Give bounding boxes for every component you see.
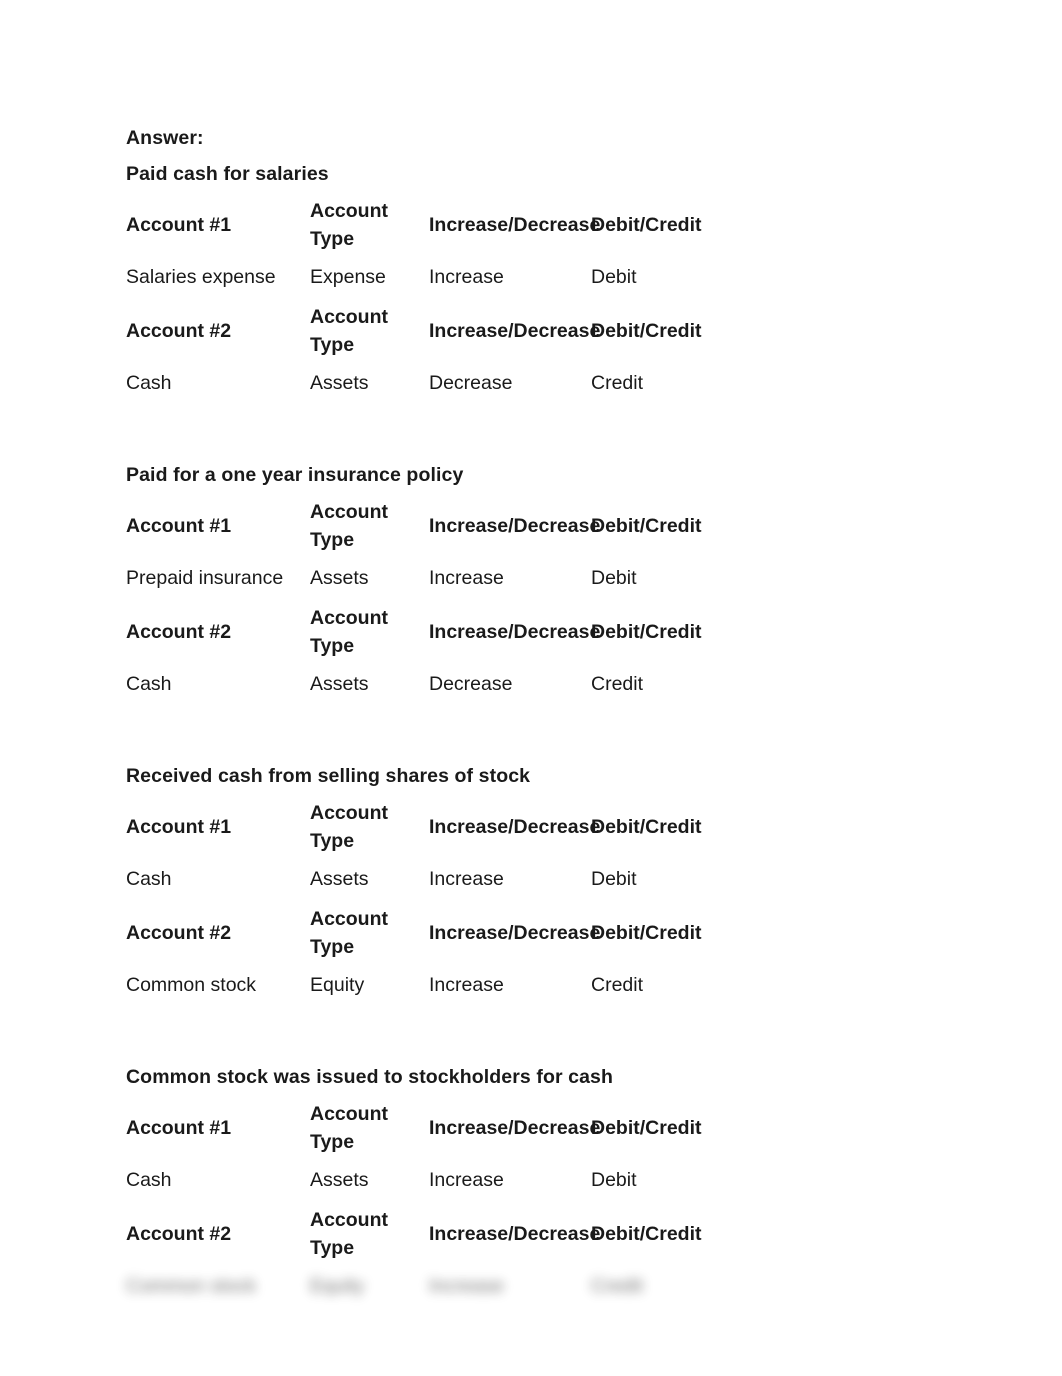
cell-account-name: Cash bbox=[126, 868, 172, 890]
account-table: Account #1 Account Type Increase/Decrease D… bbox=[126, 497, 716, 709]
cell-account-type: Assets bbox=[310, 567, 369, 589]
cell-debit-credit: Debit bbox=[591, 266, 637, 288]
header-increase-decrease: Increase/Decrease bbox=[429, 320, 601, 342]
header-debit-credit: Debit/Credit bbox=[591, 1223, 702, 1245]
sections-container: Paid cash for salaries Account #1 Account … bbox=[126, 162, 1062, 1311]
table-header-row: Account #1 Account Type Increase/Decrease D… bbox=[126, 1099, 716, 1156]
header-account-number: Account #1 bbox=[126, 213, 232, 236]
table-row: Cash Assets Increase Debit bbox=[126, 855, 716, 904]
table-row: Cash Assets Decrease Credit bbox=[126, 660, 716, 709]
cell-account-name: Common stock bbox=[126, 974, 257, 996]
header-account-number: Account #1 bbox=[126, 514, 232, 537]
cell-increase-decrease: Increase bbox=[429, 1275, 504, 1297]
header-debit-credit: Debit/Credit bbox=[591, 214, 702, 236]
table-header-row: Account #1 Account Type Increase/Decrease D… bbox=[126, 497, 716, 554]
table-header-row: Account #1 Account Type Increase/Decrease D… bbox=[126, 798, 716, 855]
cell-debit-credit: Credit bbox=[591, 1275, 644, 1297]
transaction-section: Paid cash for salaries Account #1 Account … bbox=[126, 162, 1062, 408]
header-debit-credit: Debit/Credit bbox=[591, 515, 702, 537]
cell-account-type: Assets bbox=[310, 372, 369, 394]
cell-debit-credit: Credit bbox=[591, 673, 644, 695]
answer-label: Answer: bbox=[126, 127, 204, 149]
header-account-number: Account #2 bbox=[126, 319, 232, 342]
header-debit-credit: Debit/Credit bbox=[591, 816, 702, 838]
header-account-number: Account #1 bbox=[126, 1116, 232, 1139]
account-table: Account #1 Account Type Increase/Decrease D… bbox=[126, 798, 716, 1010]
table-header-row: Account #1 Account Type Increase/Decrease D… bbox=[126, 196, 716, 253]
header-debit-credit: Debit/Credit bbox=[591, 922, 702, 944]
table-row: Salaries expense Expense Increase Debit bbox=[126, 253, 716, 302]
cell-account-name: Cash bbox=[126, 1169, 172, 1191]
cell-debit-credit: Debit bbox=[591, 1169, 637, 1191]
cell-account-type: Equity bbox=[310, 1275, 365, 1297]
table-header-row: Account #2 Account Type Increase/Decrease D… bbox=[126, 603, 716, 660]
section-heading: Common stock was issued to stockholders … bbox=[126, 1066, 614, 1088]
header-account-type: Account Type bbox=[310, 306, 388, 356]
cell-account-type: Assets bbox=[310, 673, 369, 695]
table-header-row: Account #2 Account Type Increase/Decrease D… bbox=[126, 904, 716, 961]
header-account-number: Account #2 bbox=[126, 1222, 232, 1245]
table-row: Prepaid insurance Assets Increase Debit bbox=[126, 554, 716, 603]
section-heading: Paid for a one year insurance policy bbox=[126, 464, 464, 486]
header-account-type: Account Type bbox=[310, 501, 388, 551]
table-row: Common stock Equity Increase Credit bbox=[126, 1262, 716, 1311]
cell-account-type: Assets bbox=[310, 1169, 369, 1191]
header-increase-decrease: Increase/Decrease bbox=[429, 1223, 601, 1245]
table-row: Common stock Equity Increase Credit bbox=[126, 961, 716, 1010]
header-account-number: Account #2 bbox=[126, 921, 232, 944]
header-account-type: Account Type bbox=[310, 802, 388, 852]
table-header-row: Account #2 Account Type Increase/Decrease D… bbox=[126, 1205, 716, 1262]
section-heading: Received cash from selling shares of sto… bbox=[126, 765, 531, 787]
header-debit-credit: Debit/Credit bbox=[591, 320, 702, 342]
table-header-row: Account #2 Account Type Increase/Decrease D… bbox=[126, 302, 716, 359]
header-account-number: Account #2 bbox=[126, 620, 232, 643]
account-table: Account #1 Account Type Increase/Decrease D… bbox=[126, 196, 716, 408]
header-increase-decrease: Increase/Decrease bbox=[429, 1117, 601, 1139]
cell-increase-decrease: Increase bbox=[429, 1169, 504, 1191]
header-increase-decrease: Increase/Decrease bbox=[429, 816, 601, 838]
cell-debit-credit: Debit bbox=[591, 868, 637, 890]
header-increase-decrease: Increase/Decrease bbox=[429, 922, 601, 944]
cell-account-name: Common stock bbox=[126, 1275, 257, 1297]
table-row: Cash Assets Increase Debit bbox=[126, 1156, 716, 1205]
cell-increase-decrease: Increase bbox=[429, 567, 504, 589]
table-row: Cash Assets Decrease Credit bbox=[126, 359, 716, 408]
cell-increase-decrease: Increase bbox=[429, 266, 504, 288]
header-account-type: Account Type bbox=[310, 908, 388, 958]
cell-account-type: Equity bbox=[310, 974, 365, 996]
cell-account-name: Cash bbox=[126, 372, 172, 394]
cell-account-type: Assets bbox=[310, 868, 369, 890]
cell-account-name: Cash bbox=[126, 673, 172, 695]
header-account-type: Account Type bbox=[310, 200, 388, 250]
cell-increase-decrease: Decrease bbox=[429, 673, 513, 695]
cell-account-name: Salaries expense bbox=[126, 266, 276, 288]
header-account-number: Account #1 bbox=[126, 815, 232, 838]
section-heading: Paid cash for salaries bbox=[126, 163, 329, 185]
cell-debit-credit: Credit bbox=[591, 974, 644, 996]
transaction-section: Common stock was issued to stockholders … bbox=[126, 1065, 1062, 1311]
cell-increase-decrease: Decrease bbox=[429, 372, 513, 394]
header-account-type: Account Type bbox=[310, 1209, 388, 1259]
header-debit-credit: Debit/Credit bbox=[591, 1117, 702, 1139]
header-account-type: Account Type bbox=[310, 607, 388, 657]
transaction-section: Received cash from selling shares of sto… bbox=[126, 764, 1062, 1010]
cell-account-type: Expense bbox=[310, 266, 386, 288]
cell-account-name: Prepaid insurance bbox=[126, 567, 284, 589]
header-increase-decrease: Increase/Decrease bbox=[429, 621, 601, 643]
cell-increase-decrease: Increase bbox=[429, 868, 504, 890]
transaction-section: Paid for a one year insurance policy Acco… bbox=[126, 463, 1062, 709]
cell-increase-decrease: Increase bbox=[429, 974, 504, 996]
header-debit-credit: Debit/Credit bbox=[591, 621, 702, 643]
document-page: Answer: Paid cash for salaries Account #1… bbox=[0, 0, 1062, 1376]
header-increase-decrease: Increase/Decrease bbox=[429, 515, 601, 537]
account-table: Account #1 Account Type Increase/Decrease D… bbox=[126, 1099, 716, 1311]
header-increase-decrease: Increase/Decrease bbox=[429, 214, 601, 236]
cell-debit-credit: Debit bbox=[591, 567, 637, 589]
cell-debit-credit: Credit bbox=[591, 372, 644, 394]
header-account-type: Account Type bbox=[310, 1103, 388, 1153]
